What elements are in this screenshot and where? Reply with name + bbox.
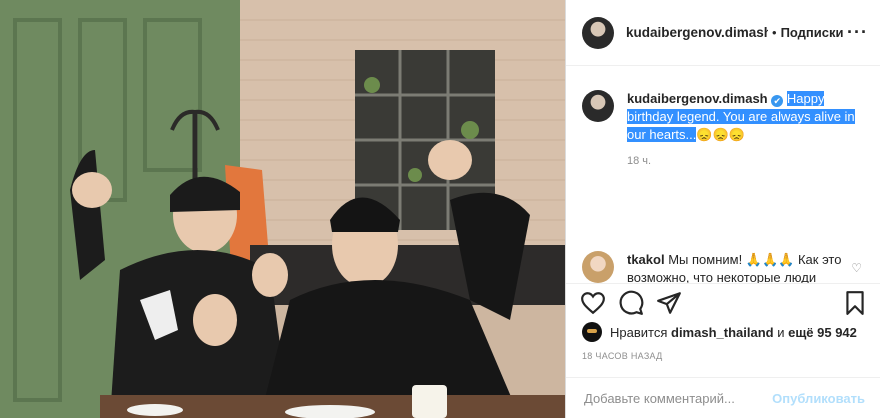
post-timestamp[interactable]: 18 ЧАСОВ НАЗАД xyxy=(582,351,663,361)
following-button[interactable]: Подписки xyxy=(781,25,844,40)
post-header: kudaibergenov.dimash • Подписки ··· xyxy=(566,0,880,66)
action-bar xyxy=(566,283,880,324)
post-photo[interactable] xyxy=(0,0,565,418)
liker-avatar[interactable] xyxy=(582,322,602,342)
likes-count[interactable]: ещё 95 942 xyxy=(788,325,857,340)
comment-body: tkakol Мы помним! 🙏🙏🙏 Как это возможно, … xyxy=(627,251,857,283)
caption-avatar[interactable] xyxy=(582,90,614,122)
instagram-post-view: kudaibergenov.dimash • Подписки ··· kuda… xyxy=(0,0,880,418)
caption-emoji: 😞😞😞 xyxy=(696,127,745,142)
comment-like-icon[interactable]: ♡ xyxy=(851,261,862,275)
caption: kudaibergenov.dimash ✔ Happy birthday le… xyxy=(582,90,872,170)
comment-input[interactable] xyxy=(582,389,773,407)
caption-time[interactable]: 18 ч. xyxy=(627,152,865,170)
caption-username[interactable]: kudaibergenov.dimash xyxy=(627,91,768,106)
likes-summary: Нравится dimash_thailand и ещё 95 942 xyxy=(582,322,857,342)
comments-list[interactable]: kudaibergenov.dimash ✔ Happy birthday le… xyxy=(566,66,880,283)
comment-bubble-icon[interactable] xyxy=(618,290,644,316)
commenter-avatar[interactable] xyxy=(582,251,614,283)
verified-badge-icon: ✔ xyxy=(771,95,784,107)
commenter-username[interactable]: tkakol xyxy=(627,252,665,267)
likes-conj: и xyxy=(777,324,785,340)
photo-illustration xyxy=(0,0,565,418)
caption-body: kudaibergenov.dimash ✔ Happy birthday le… xyxy=(627,90,865,170)
more-options-icon[interactable]: ··· xyxy=(847,22,868,43)
likes-prefix: Нравится xyxy=(610,324,668,340)
share-send-icon[interactable] xyxy=(656,290,682,316)
add-comment-bar: Опубликовать xyxy=(566,377,880,418)
comment-item: tkakol Мы помним! 🙏🙏🙏 Как это возможно, … xyxy=(582,251,872,283)
liker-username[interactable]: dimash_thailand xyxy=(671,325,774,340)
like-heart-icon[interactable] xyxy=(580,290,606,316)
author-username[interactable]: kudaibergenov.dimash xyxy=(626,25,768,40)
separator-dot: • xyxy=(772,25,777,40)
post-side-panel: kudaibergenov.dimash • Подписки ··· kuda… xyxy=(565,0,880,418)
author-avatar[interactable] xyxy=(582,16,614,49)
save-bookmark-icon[interactable] xyxy=(842,290,868,316)
publish-button[interactable]: Опубликовать xyxy=(772,391,865,406)
